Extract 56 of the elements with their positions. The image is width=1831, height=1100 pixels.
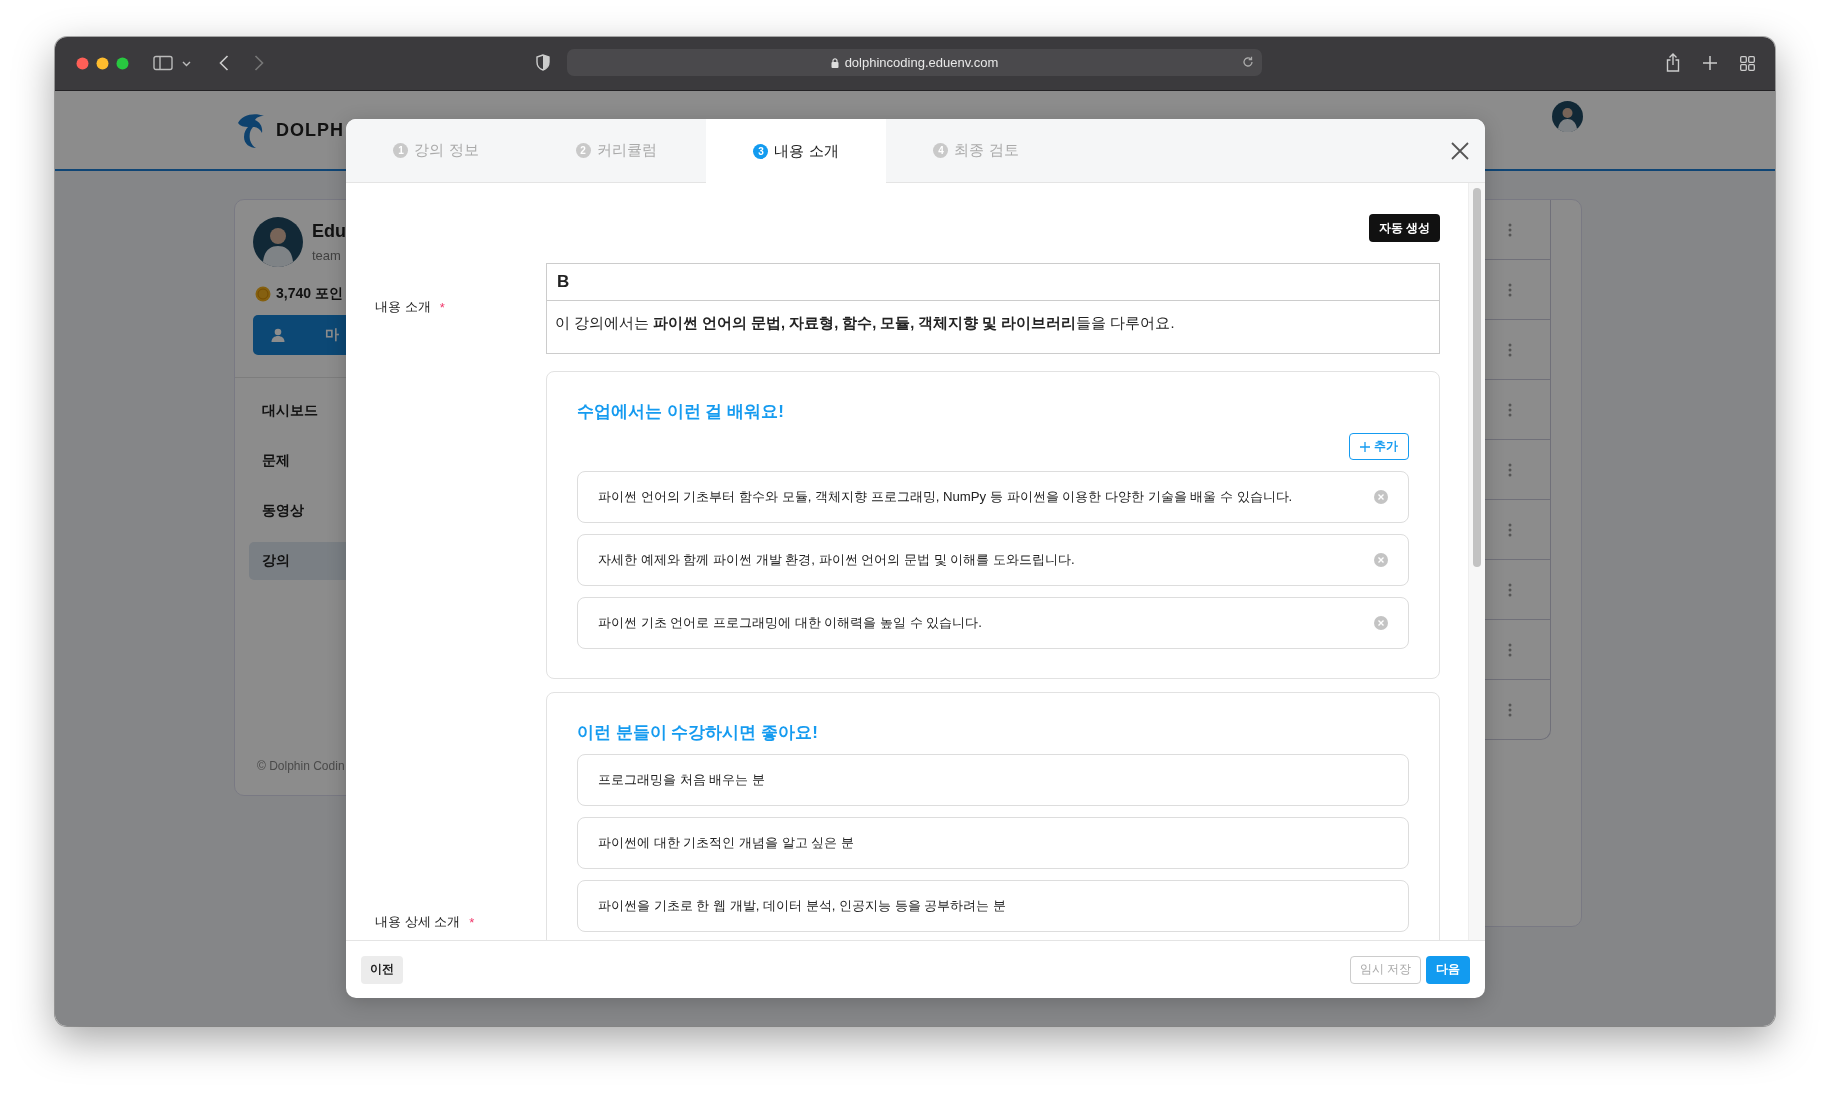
points-text: 3,740 포인 — [276, 285, 343, 303]
item-field[interactable]: 파이썬 기초 언어로 프로그래밍에 대한 이해력을 높일 수 있습니다. — [577, 597, 1409, 649]
more-icon[interactable] — [1508, 342, 1512, 357]
tabs-overview-icon[interactable] — [1740, 56, 1755, 71]
avatar[interactable] — [1552, 101, 1583, 132]
footer-text: © Dolphin Codin — [256, 759, 346, 775]
bold-button[interactable]: B — [551, 272, 576, 292]
item-field[interactable]: 파이썬에 대한 기초적인 개념을 알고 싶은 분 — [577, 817, 1409, 869]
step-tab[interactable]: 3 내용 소개 — [706, 119, 886, 183]
scrollbar-thumb[interactable] — [1473, 188, 1481, 567]
more-icon[interactable] — [1508, 462, 1512, 477]
required-mark: * — [469, 914, 475, 930]
plus-icon — [1360, 441, 1370, 452]
reload-icon[interactable] — [1242, 56, 1254, 68]
back-icon[interactable] — [219, 55, 229, 71]
more-icon[interactable] — [1508, 582, 1512, 597]
window-control-icon[interactable] — [96, 57, 109, 70]
previous-button[interactable]: 이전 — [361, 955, 403, 984]
item-field[interactable]: 프로그래밍을 처음 배우는 분 — [577, 754, 1409, 806]
field-label: 내용 소개 — [375, 298, 431, 316]
more-icon[interactable] — [1508, 642, 1512, 657]
chevron-down-icon[interactable] — [182, 61, 191, 67]
remove-icon[interactable] — [1374, 553, 1388, 567]
required-mark: * — [439, 299, 445, 315]
remove-icon[interactable] — [1374, 490, 1388, 504]
sidebar-icon[interactable] — [153, 55, 173, 71]
person-icon — [271, 328, 285, 342]
item-field[interactable]: 자세한 예제와 함께 파이썬 개발 환경, 파이썬 언어의 문법 및 이해를 도와드립니다. — [577, 534, 1409, 586]
close-icon[interactable] — [1451, 141, 1469, 160]
coin-icon — [255, 286, 271, 302]
more-icon[interactable] — [1508, 402, 1512, 417]
window-control-icon[interactable] — [76, 57, 89, 70]
plus-icon[interactable] — [1703, 56, 1717, 70]
more-icon[interactable] — [1508, 702, 1512, 717]
section-title: 이런 분들이 수강하시면 좋아요! — [577, 722, 819, 744]
auto-generate-button[interactable]: 자동 생성 — [1368, 214, 1440, 242]
more-icon[interactable] — [1508, 222, 1512, 237]
user-name: Edu — [312, 221, 346, 242]
item-field[interactable]: 파이썬 언어의 기초부터 함수와 모듈, 객체지향 프로그래밍, NumPy 등 파이썬을 이용한 다양한 기술을 배울 수 있습니다. — [577, 471, 1409, 523]
shield-icon[interactable] — [536, 54, 550, 71]
item-field[interactable]: 파이썬을 기초로 한 웹 개발, 데이터 분석, 인공지능 등을 공부하려는 분 — [577, 880, 1409, 932]
editor-field[interactable]: 이 강의에서는 파이썬 언어의 문법, 자료형, 함수, 모듈, 객체지향 및 라이브러리들을 다루어요. — [546, 301, 1440, 354]
more-icon[interactable] — [1508, 282, 1512, 297]
avatar — [253, 217, 303, 267]
remove-icon[interactable] — [1374, 616, 1388, 630]
more-icon[interactable] — [1508, 522, 1512, 537]
url-text: dolphincoding.eduenv.com — [844, 55, 999, 70]
window-control-icon[interactable] — [116, 57, 129, 70]
logo-text: DOLPH — [276, 119, 344, 141]
forward-icon[interactable] — [254, 55, 264, 71]
user-email: team — [312, 248, 342, 263]
section-title: 수업에서는 이런 걸 배워요! — [577, 401, 785, 423]
lock-icon — [830, 57, 839, 68]
address-bar[interactable]: dolphincoding.eduenv.com — [567, 49, 1262, 76]
field-label: 내용 상세 소개 — [375, 913, 461, 931]
share-icon[interactable] — [1666, 53, 1680, 72]
